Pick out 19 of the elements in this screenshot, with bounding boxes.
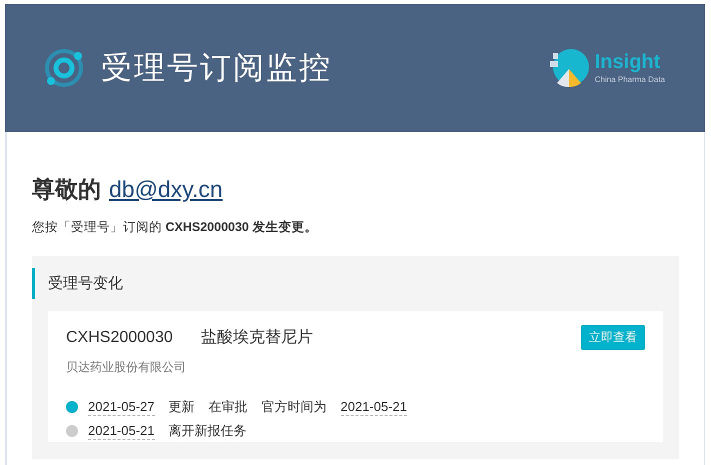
- event-date: 2021-05-21: [88, 422, 154, 440]
- brand-tagline: China Pharma Data: [594, 75, 665, 84]
- target-icon: [43, 47, 85, 89]
- event-text: 离开新报任务: [168, 422, 246, 440]
- section-title: 受理号变化: [32, 268, 663, 299]
- event-text: 在审批: [208, 398, 248, 416]
- event-date: 2021-05-27: [88, 398, 154, 416]
- event-text: 官方时间为: [262, 398, 326, 416]
- event-date: 2021-05-21: [340, 398, 407, 416]
- event-text: 更新: [168, 398, 194, 416]
- pie-chart-icon: [548, 47, 589, 89]
- company-name: 贝达药业股份有限公司: [66, 359, 187, 376]
- drug-name: 盐酸埃克替尼片: [200, 328, 314, 348]
- email-link[interactable]: db@dxy.cn: [109, 176, 223, 203]
- page-title: 受理号订阅监控: [101, 49, 332, 88]
- intro-text: 您按「受理号」订阅的 CXHS2000030 发生变更。: [32, 219, 318, 236]
- greeting: 尊敬的: [32, 176, 101, 205]
- application-number: CXHS2000030: [66, 328, 173, 346]
- brand-name: Insight: [594, 52, 662, 72]
